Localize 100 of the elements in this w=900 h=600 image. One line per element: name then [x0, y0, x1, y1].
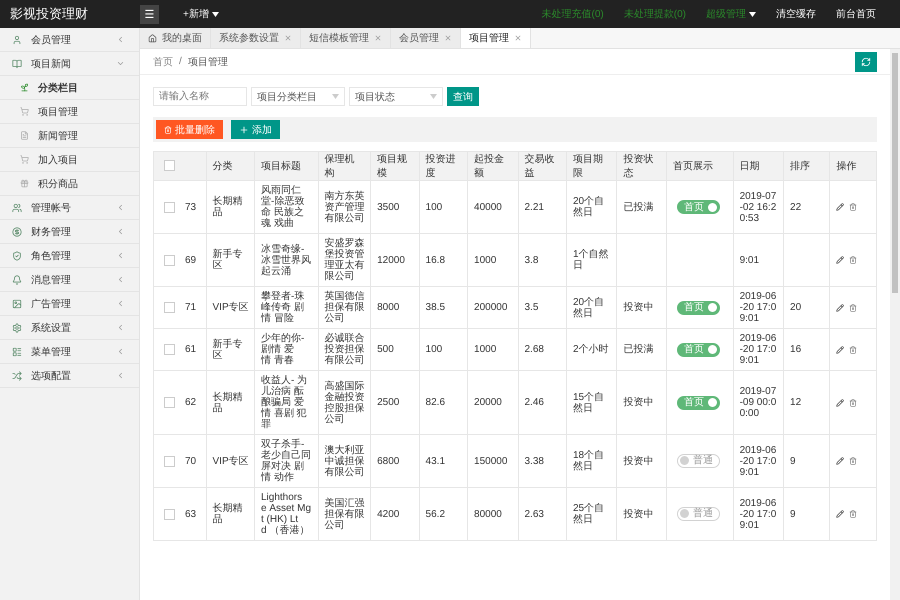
- menu-icon: [20, 179, 29, 188]
- edit-icon[interactable]: [836, 457, 844, 465]
- table-cell: 40000: [474, 202, 502, 212]
- table-cell: 美国汇强担保有限公司: [324, 498, 365, 530]
- table-cell: 12000: [377, 254, 405, 266]
- table-cell: 16.8: [426, 254, 446, 266]
- tab[interactable]: 会员管理: [391, 28, 461, 48]
- close-icon[interactable]: [284, 34, 292, 42]
- header-link[interactable]: 清空缓存: [776, 7, 816, 21]
- column-header: 首页展示: [666, 152, 734, 180]
- header-link[interactable]: 前台首页: [836, 7, 876, 21]
- alert-link[interactable]: 未处理提款(0): [624, 7, 686, 21]
- table-cell: 安盛罗森堡投资管理亚太有限公司: [324, 238, 365, 282]
- checkbox[interactable]: [164, 344, 175, 355]
- sidebar-item[interactable]: 管理帐号: [0, 196, 139, 220]
- table-cell: VIP专区: [212, 302, 249, 313]
- table-cell: 18个自然日: [572, 450, 604, 472]
- menu-icon: [20, 83, 29, 92]
- table-cell: 已投满: [623, 344, 654, 355]
- table-cell: 冰雪奇缘-冰雪世界风起云涌: [260, 244, 311, 276]
- row-id: 62: [185, 397, 196, 408]
- select-field[interactable]: 项目分类栏目: [251, 87, 345, 106]
- trash-icon: [164, 126, 172, 134]
- sidebar-item[interactable]: 系统设置: [0, 316, 139, 340]
- sidebar-item[interactable]: 项目新闻: [0, 52, 139, 76]
- table-cell: 收益人- 为儿治病 酝酿骗局 爱情 喜剧 犯罪: [260, 375, 308, 430]
- menu-icon: [12, 226, 22, 236]
- edit-icon[interactable]: [836, 256, 844, 264]
- menu-button[interactable]: ☰: [140, 4, 159, 24]
- sidebar-subitem[interactable]: 积分商品: [0, 172, 139, 196]
- chevron-icon: [116, 371, 125, 380]
- delete-icon[interactable]: [849, 203, 858, 211]
- alert-link[interactable]: 未处理充值(0): [542, 7, 604, 21]
- table-cell: 2.21: [524, 202, 544, 212]
- select-field[interactable]: 项目状态: [349, 87, 443, 106]
- checkbox[interactable]: [164, 508, 175, 520]
- table-cell: 2019-07-09 00:00:00: [740, 386, 776, 419]
- edit-icon[interactable]: [836, 304, 844, 312]
- delete-icon[interactable]: [849, 510, 858, 518]
- table-cell: 必诚联合投资担保有限公司: [324, 333, 365, 366]
- sidebar-item[interactable]: 财务管理: [0, 220, 139, 244]
- search-button[interactable]: 查询: [447, 87, 479, 106]
- sidebar-subitem[interactable]: 新闻管理: [0, 124, 139, 148]
- close-icon[interactable]: [514, 34, 522, 42]
- table-cell: 56.2: [426, 508, 446, 520]
- tab[interactable]: 项目管理: [461, 28, 531, 48]
- delete-icon[interactable]: [849, 346, 858, 354]
- refresh-button[interactable]: [855, 52, 877, 72]
- edit-icon[interactable]: [836, 398, 844, 406]
- table-cell: 43.1: [426, 456, 446, 466]
- edit-icon[interactable]: [836, 510, 844, 518]
- breadcrumb-link[interactable]: 项目管理: [188, 54, 228, 68]
- sidebar-item[interactable]: 菜单管理: [0, 340, 139, 364]
- delete-icon[interactable]: [849, 256, 858, 264]
- close-icon[interactable]: [444, 34, 452, 42]
- breadcrumb-link[interactable]: 首页: [153, 54, 173, 68]
- table-cell: 2个小时: [572, 344, 609, 355]
- checkbox[interactable]: [164, 302, 175, 313]
- table-cell: 20: [790, 302, 802, 313]
- app-logo: 影视投资理财: [9, 5, 89, 23]
- checkbox[interactable]: [164, 456, 175, 466]
- sidebar-item[interactable]: 消息管理: [0, 268, 139, 292]
- add-button[interactable]: 添加: [231, 120, 280, 139]
- table-cell: Lighthorse Asset Mgt (HK) Ltd （香港）: [260, 492, 312, 536]
- table-cell: 投资中: [623, 397, 654, 408]
- checkbox[interactable]: [164, 254, 175, 266]
- admin-dropdown[interactable]: 超级管理: [706, 7, 756, 21]
- sidebar-item[interactable]: 会员管理: [0, 28, 139, 52]
- table-cell: 长期精品: [212, 503, 242, 525]
- sidebar-item[interactable]: 广告管理: [0, 292, 139, 316]
- tab[interactable]: 我的桌面: [140, 28, 211, 48]
- checkbox[interactable]: [164, 160, 175, 172]
- row-id: 70: [185, 456, 196, 466]
- sidebar-subitem[interactable]: 项目管理: [0, 100, 139, 124]
- edit-icon[interactable]: [836, 203, 844, 211]
- sidebar-subitem[interactable]: 加入项目: [0, 148, 139, 172]
- table-cell: 3500: [377, 202, 400, 212]
- edit-icon[interactable]: [836, 346, 844, 354]
- sidebar-item[interactable]: 选项配置: [0, 364, 139, 388]
- tab[interactable]: 短信模板管理: [301, 28, 391, 48]
- sidebar-item[interactable]: 角色管理: [0, 244, 139, 268]
- new-button[interactable]: +新增: [177, 6, 225, 22]
- table-cell: 高盛国际金融投资控股担保公司: [324, 380, 365, 424]
- checkbox[interactable]: [164, 202, 175, 212]
- caret-icon: [430, 94, 437, 99]
- name-field[interactable]: 请输入名称: [153, 87, 247, 106]
- menu-icon: [12, 274, 22, 284]
- table-cell: 9: [790, 508, 796, 520]
- column-header: 投资状态: [616, 152, 666, 180]
- sidebar-subitem[interactable]: 分类栏目: [0, 76, 139, 100]
- table-cell: 100: [426, 344, 442, 355]
- delete-icon[interactable]: [849, 304, 858, 312]
- home-icon: [148, 34, 157, 42]
- checkbox[interactable]: [164, 397, 175, 408]
- table-cell: 3.8: [524, 254, 538, 266]
- table-cell: VIP专区: [212, 456, 249, 466]
- delete-icon[interactable]: [849, 398, 858, 406]
- tab[interactable]: 系统参数设置: [211, 28, 301, 48]
- close-icon[interactable]: [374, 34, 382, 42]
- delete-icon[interactable]: [849, 457, 858, 465]
